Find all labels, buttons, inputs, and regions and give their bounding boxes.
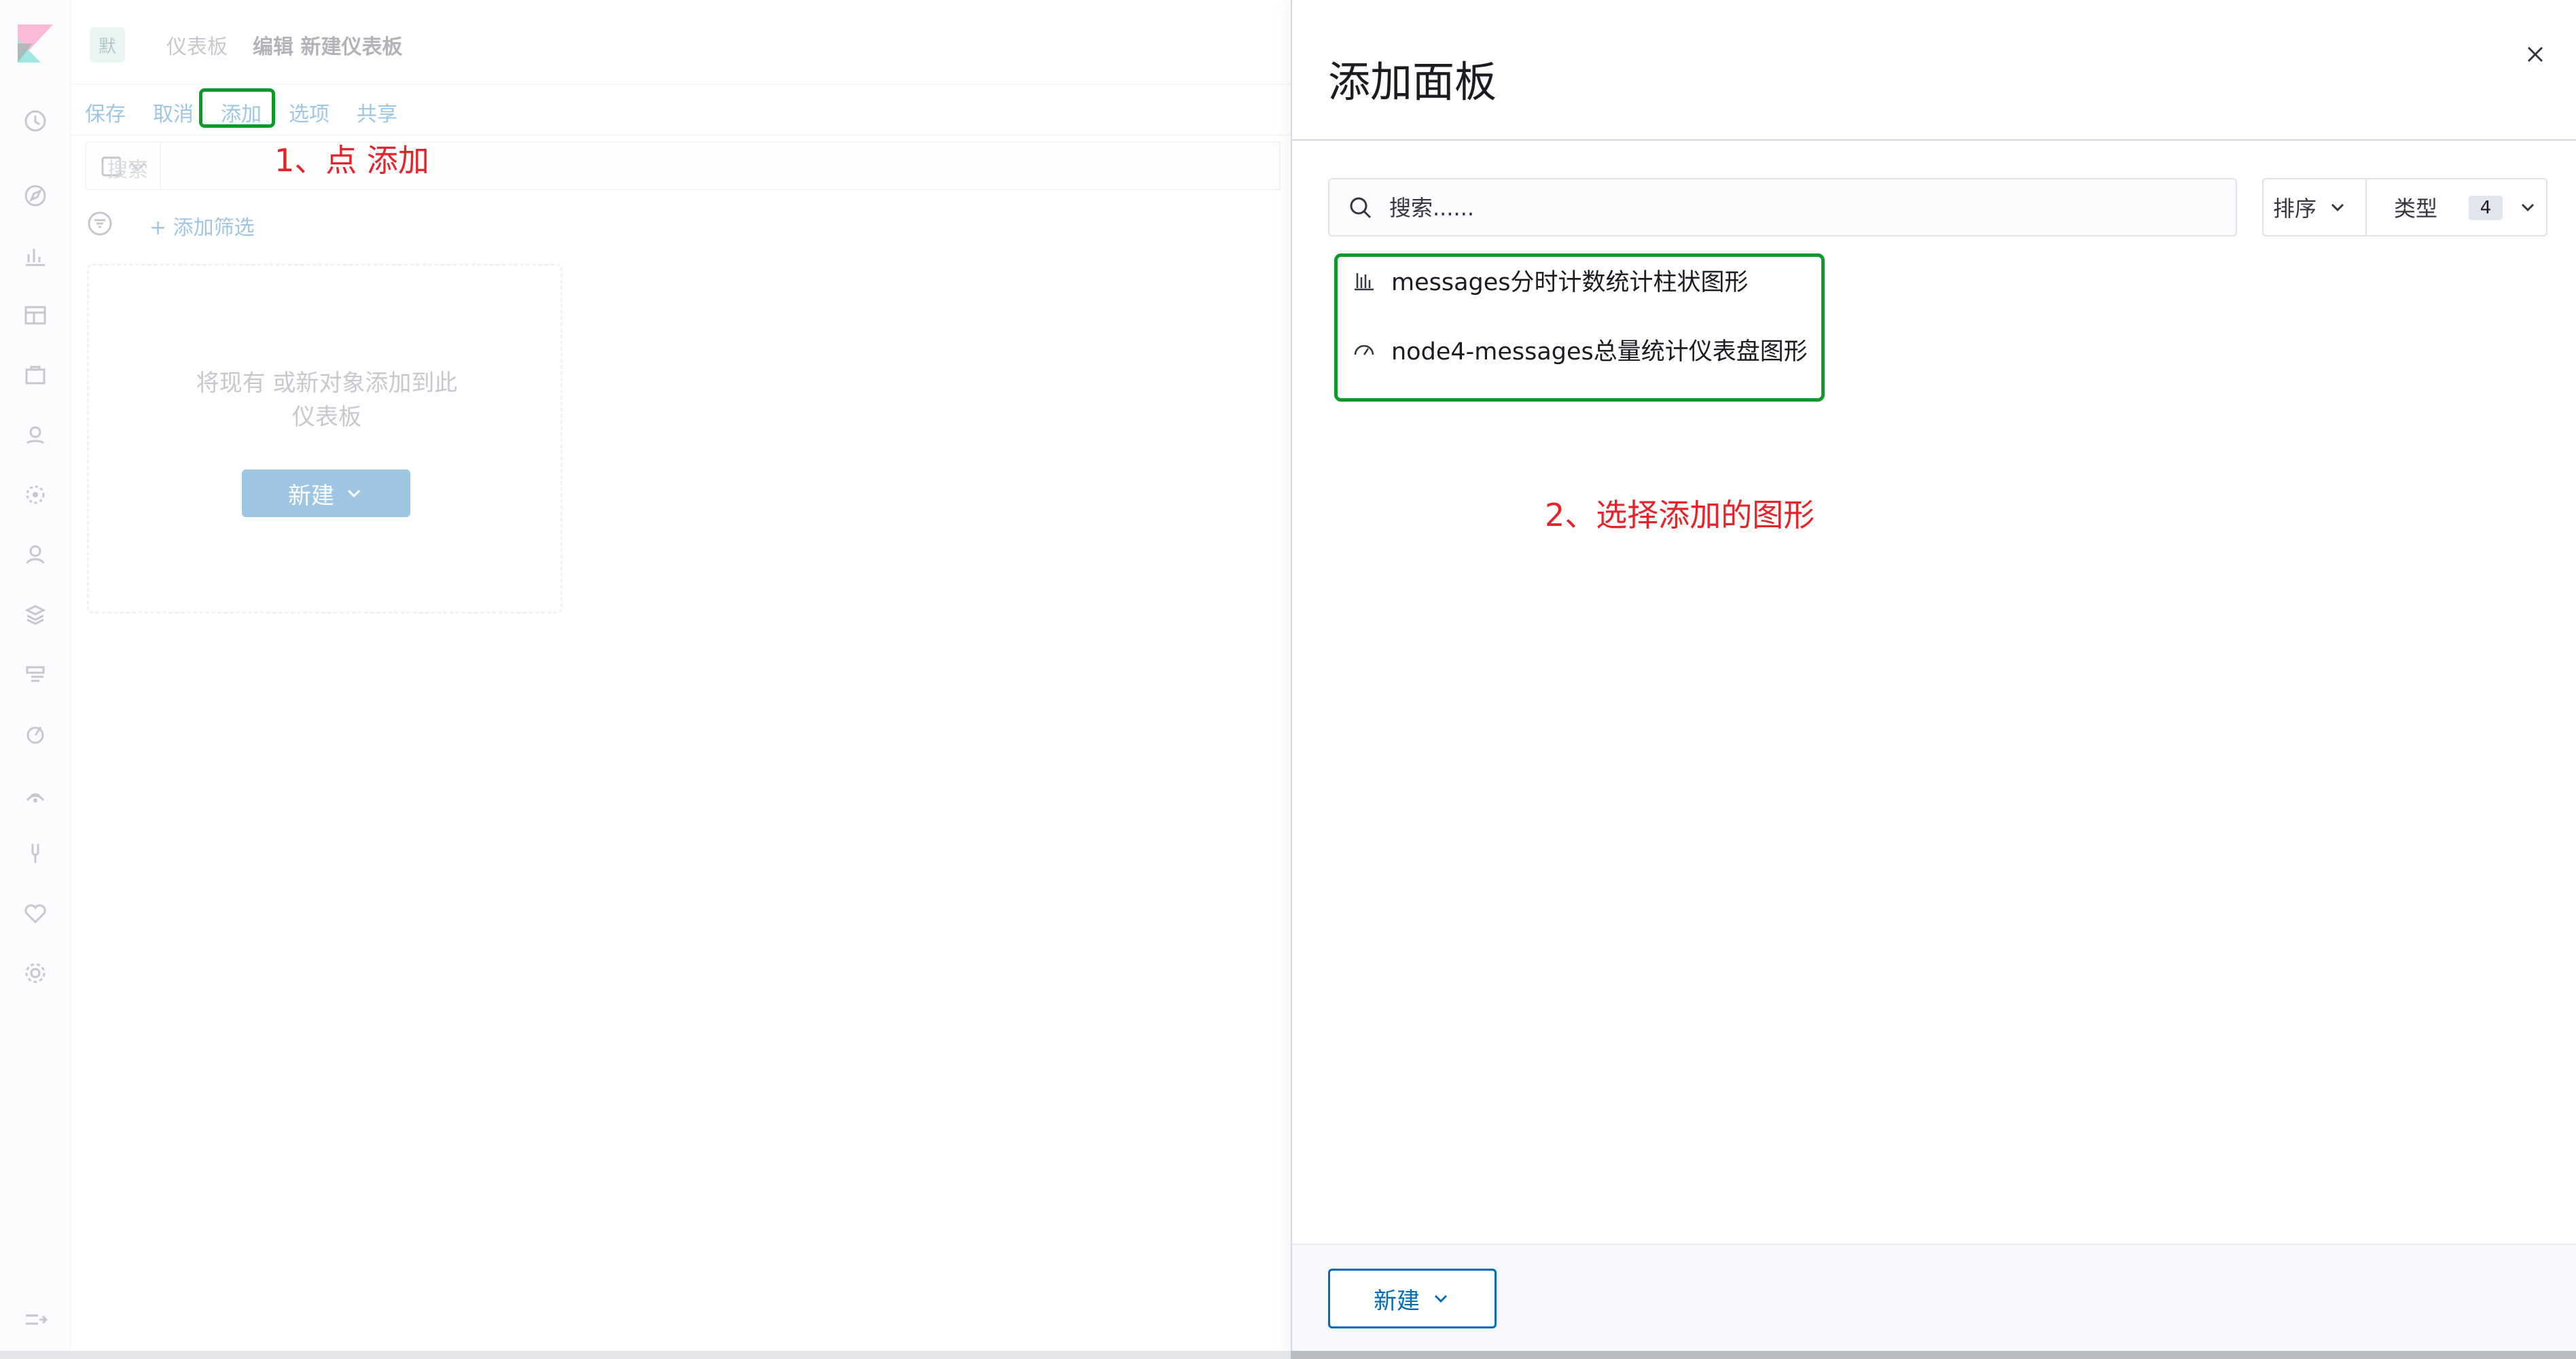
monitoring-icon[interactable]: [22, 900, 49, 927]
compass-icon[interactable]: [22, 182, 49, 209]
result-item-1[interactable]: node4-messages总量统计仪表盘图形: [1352, 329, 1808, 370]
menu-share[interactable]: 共享: [357, 97, 397, 127]
add-filter-link[interactable]: + 添加筛选: [149, 211, 255, 241]
window-bottom-edge: [0, 1351, 2576, 1359]
empty-new-button[interactable]: 新建: [242, 470, 410, 517]
type-filter-button[interactable]: 类型 4: [2367, 179, 2546, 235]
type-count-badge: 4: [2469, 196, 2503, 220]
query-bar: [85, 141, 1281, 190]
infrastructure-icon[interactable]: [22, 601, 49, 628]
logs-icon[interactable]: [22, 660, 49, 688]
sort-label: 排序: [2273, 196, 2317, 222]
flyout-title: 添加面板: [1328, 57, 1497, 107]
chevron-down-icon: [347, 489, 361, 498]
new-button-label: 新建: [1374, 1287, 1420, 1315]
empty-new-label: 新建: [288, 482, 334, 510]
flyout-footer: 新建: [1292, 1243, 2576, 1359]
dev-tools-icon[interactable]: [22, 840, 49, 867]
breadcrumb-current: 编辑 新建仪表板: [253, 35, 403, 59]
chevron-down-icon: [2521, 203, 2535, 212]
apm-icon[interactable]: [22, 720, 49, 747]
collapse-icon[interactable]: [22, 1306, 49, 1333]
management-icon[interactable]: [22, 959, 49, 987]
query-placeholder: 搜索: [107, 158, 148, 182]
canvas-icon[interactable]: [22, 361, 49, 389]
maps-icon[interactable]: [22, 421, 49, 448]
annotation-step1: 1、点 添加: [274, 142, 429, 179]
visualize-icon[interactable]: [22, 242, 49, 269]
type-label: 类型: [2394, 196, 2438, 222]
dashboard-icon[interactable]: [22, 302, 49, 329]
close-icon[interactable]: [2520, 39, 2550, 69]
menu-save[interactable]: 保存: [85, 97, 126, 127]
result-label-1: node4-messages总量统计仪表盘图形: [1391, 338, 1808, 366]
empty-dashboard-panel: 将现有 或新对象添加到此 仪表板 新建: [87, 264, 562, 614]
space-avatar[interactable]: 默: [90, 27, 125, 63]
result-label-0: messages分时计数统计柱状图形: [1391, 268, 1749, 296]
empty-message-line1: 将现有 或新对象添加到此: [196, 370, 458, 397]
bar-chart-icon: [1355, 273, 1374, 291]
add-highlight-box: [199, 88, 275, 128]
ml-icon[interactable]: [22, 481, 49, 508]
breadcrumb-root[interactable]: 仪表板: [166, 30, 228, 60]
overlay-dim: [0, 0, 1291, 1359]
new-button[interactable]: 新建: [1328, 1269, 1497, 1328]
search-field[interactable]: [1328, 178, 2237, 236]
clock-icon[interactable]: [22, 107, 49, 135]
gauge-icon: [1354, 345, 1374, 355]
add-panel-flyout: 添加面板 排序 类型 4 messages分时计数统计柱状图形 node4-me…: [1291, 0, 2576, 1359]
filter-group: 排序 类型 4: [2262, 178, 2547, 236]
uptime-icon[interactable]: [22, 780, 49, 807]
siem-icon[interactable]: [22, 541, 49, 568]
kibana-logo[interactable]: [18, 24, 53, 63]
result-item-0[interactable]: messages分时计数统计柱状图形: [1352, 260, 1749, 300]
chevron-down-icon: [1434, 1294, 1448, 1303]
menu-cancel[interactable]: 取消: [153, 97, 194, 127]
empty-message-line2: 仪表板: [292, 404, 361, 431]
search-icon: [1350, 197, 1372, 219]
nav-rail: [0, 0, 71, 1359]
dashboard-background: 默 仪表板 编辑 新建仪表板 保存 取消 添加 选项 共享 搜索 + 添加筛选 …: [0, 0, 1291, 1359]
sort-button[interactable]: 排序: [2264, 179, 2367, 235]
annotation-step2: 2、选择添加的图形: [1545, 497, 1815, 533]
header-divider: [1292, 139, 2576, 141]
menu-options[interactable]: 选项: [289, 97, 329, 127]
search-input[interactable]: [1388, 192, 2203, 224]
chevron-down-icon: [2331, 203, 2344, 212]
filter-icon[interactable]: [87, 211, 113, 236]
